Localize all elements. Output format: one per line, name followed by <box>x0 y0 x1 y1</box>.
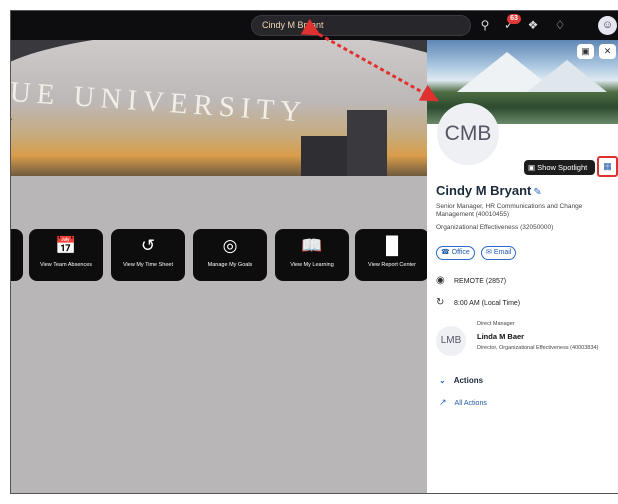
shell-bar: Cindy M Bryant ⚲ ✓ 63 ❖ ♢ ☺ <box>11 11 618 40</box>
manager-name[interactable]: Linda M Baer <box>477 332 524 341</box>
clock-icon: ↻ <box>436 297 445 308</box>
actions-section-toggle[interactable]: ⌄ Actions <box>439 376 483 385</box>
copilot-icon[interactable]: ❖ <box>525 17 541 33</box>
profile-department: Organizational Effectiveness (32050000) <box>436 224 554 231</box>
mail-icon: ✉ <box>486 249 494 256</box>
notification-count-badge: 63 <box>507 14 521 24</box>
email-button[interactable]: ✉ Email <box>481 246 517 260</box>
close-icon[interactable]: ✕ <box>599 44 616 59</box>
location-pin-icon: ◉ <box>436 275 445 286</box>
calendar-icon: 📅 <box>55 236 77 255</box>
tile-view-report-center[interactable]: █ View Report Center <box>355 229 429 281</box>
manager-avatar[interactable]: LMB <box>436 326 466 356</box>
camera-icon[interactable]: ▣ <box>577 44 594 59</box>
profile-avatar: CMB <box>437 103 499 165</box>
history-icon: ↺ <box>140 236 156 255</box>
manager-role: Director, Organizational Effectiveness (… <box>477 345 599 351</box>
tile-view-my-time-sheet[interactable]: ↺ View My Time Sheet <box>111 229 185 281</box>
show-spotlight-button[interactable]: ▣ Show Spotlight <box>524 160 595 175</box>
location-row: ◉ REMOTE (2857) <box>436 275 507 286</box>
bell-icon[interactable]: ♢ <box>552 17 568 33</box>
phone-icon: ☎ <box>441 249 452 256</box>
search-input[interactable]: Cindy M Bryant <box>251 15 471 36</box>
tile-view-team-absences[interactable]: 📅 View Team Absences <box>29 229 103 281</box>
tile-manage-my-goals[interactable]: ◎ Manage My Goals <box>193 229 267 281</box>
profile-name: Cindy M Bryant ✎ <box>436 183 542 198</box>
profile-quickcard: ▣ ✕ CMB ▣ Show Spotlight ▦ Cindy M Bryan… <box>427 40 618 493</box>
manager-caption: Direct Manager <box>477 321 515 327</box>
user-avatar[interactable]: ☺ <box>598 16 617 35</box>
external-link-icon: ↗ <box>439 397 447 407</box>
spotlight-icon: ▣ <box>528 163 538 172</box>
tile-view-my-learning[interactable]: 📖 View My Learning <box>275 229 349 281</box>
mountain-graphic-2 <box>527 60 607 92</box>
office-button[interactable]: ☎ Office <box>436 246 475 260</box>
tile-partial[interactable] <box>11 229 23 281</box>
app-frame: Cindy M Bryant ⚲ ✓ 63 ❖ ♢ ☺ UE UNIVERSIT… <box>10 10 618 494</box>
hero-banner: UE UNIVERSITY <box>11 40 427 176</box>
org-chart-icon[interactable]: ▦ <box>597 156 618 177</box>
pillar-graphic <box>347 110 387 176</box>
target-icon: ◎ <box>222 236 238 255</box>
local-time-row: ↻ 8:00 AM (Local Time) <box>436 297 521 308</box>
all-actions-link[interactable]: ↗ All Actions <box>439 397 487 408</box>
chevron-down-icon: ⌄ <box>439 376 446 385</box>
chart-icon: █ <box>385 236 399 255</box>
profile-title: Senior Manager, HR Communications and Ch… <box>436 203 583 218</box>
quick-action-tiles: 📅 View Team Absences ↺ View My Time Shee… <box>11 229 429 281</box>
search-icon[interactable]: ⚲ <box>477 17 493 33</box>
book-icon: 📖 <box>301 236 323 255</box>
edit-icon[interactable]: ✎ <box>533 187 541 198</box>
